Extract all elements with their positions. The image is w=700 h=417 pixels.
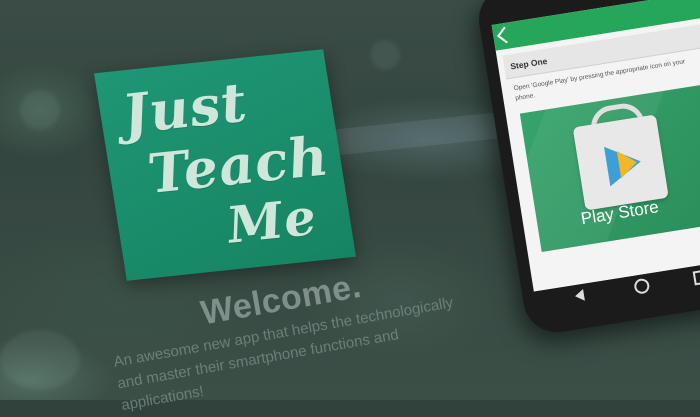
app-logo: Just Teach Me — [94, 49, 356, 281]
bokeh-light — [0, 330, 80, 390]
nav-recent-icon[interactable] — [692, 269, 700, 286]
play-store-tile[interactable]: Play Store — [519, 84, 700, 252]
bokeh-light — [370, 40, 400, 70]
logo-text-line: Me — [222, 187, 321, 255]
nav-back-icon[interactable] — [574, 288, 585, 303]
nav-home-icon[interactable] — [633, 277, 651, 295]
back-arrow-icon[interactable] — [496, 26, 514, 44]
bokeh-light — [20, 90, 60, 130]
phone-screen: Step One Open 'Google Play' by pressing … — [491, 0, 700, 292]
